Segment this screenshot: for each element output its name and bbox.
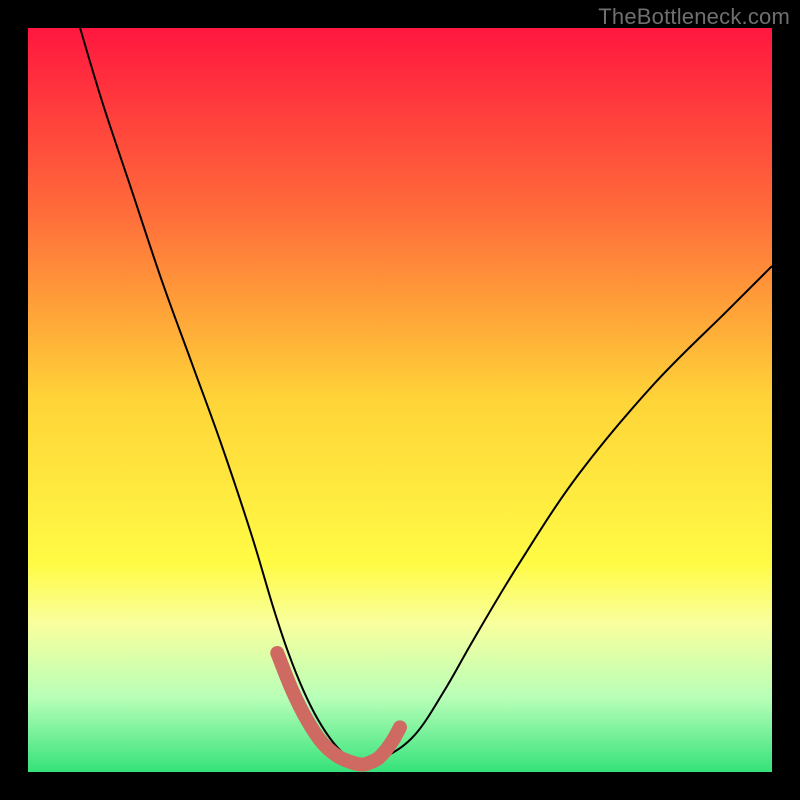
watermark-text: TheBottleneck.com <box>598 4 790 30</box>
chart-frame: TheBottleneck.com <box>0 0 800 800</box>
chart-plot-area <box>28 28 772 772</box>
chart-svg <box>28 28 772 772</box>
series-curve-main <box>80 28 772 765</box>
